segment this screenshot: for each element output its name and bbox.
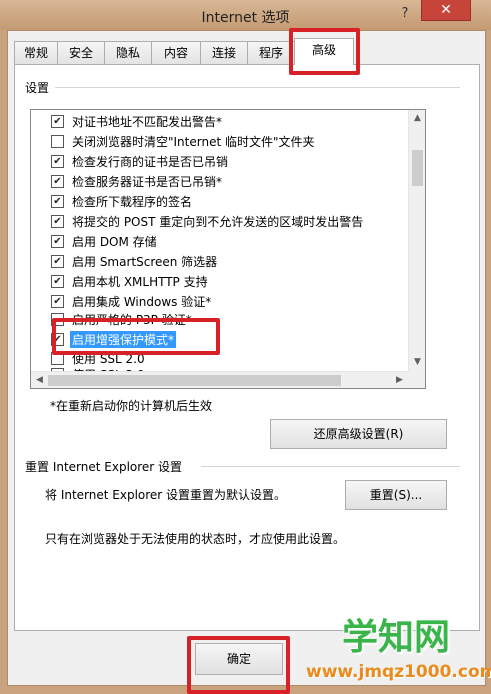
scrollbar-corner xyxy=(408,371,425,388)
reset-note: 只有在浏览器处于无法使用的状态时，才应使用此设置。 xyxy=(45,532,346,546)
tab-programs[interactable]: 程序 xyxy=(247,41,295,64)
reset-separator xyxy=(201,466,460,467)
list-item-label: 对证书地址不匹配发出警告* xyxy=(72,115,223,129)
list-item-label: 启用 SmartScreen 筛选器 xyxy=(72,255,218,269)
checkbox[interactable]: ✔ xyxy=(51,115,64,128)
list-item[interactable]: 启用严格的 P3P 验证* xyxy=(51,310,411,330)
list-item-label: 启用增强保护模式* xyxy=(70,331,177,348)
checkbox[interactable] xyxy=(51,313,64,326)
tab-content[interactable]: 内容 xyxy=(151,41,201,64)
list-item-label: 启用严格的 P3P 验证* xyxy=(72,313,192,327)
list-item-label: 检查发行商的证书是否已吊销 xyxy=(72,155,229,169)
watermark-text: 学知网 xyxy=(341,617,450,658)
watermark-logo: 学知网 www.jmqz1000.com xyxy=(306,617,491,690)
scroll-down-icon[interactable]: ▼ xyxy=(409,354,425,371)
checkbox[interactable]: ✔ xyxy=(51,275,64,288)
list-item[interactable]: ✔ 启用集成 Windows 验证* xyxy=(51,292,411,312)
checkbox[interactable]: ✔ xyxy=(51,215,64,228)
list-item-label: 启用 DOM 存储 xyxy=(72,235,157,249)
list-item-label: 将提交的 POST 重定向到不允许发送的区域时发出警告 xyxy=(72,215,364,229)
close-button[interactable]: ✕ xyxy=(421,0,471,21)
settings-group-label: 设置 xyxy=(25,81,50,95)
list-item[interactable]: ✔ 将提交的 POST 重定向到不允许发送的区域时发出警告 xyxy=(51,212,411,232)
tab-security[interactable]: 安全 xyxy=(57,41,105,64)
list-item-enhanced-protected-mode[interactable]: ✔ 启用增强保护模式* xyxy=(51,330,411,350)
tab-advanced[interactable]: 高级 xyxy=(294,38,354,65)
reset-group-label: 重置 Internet Explorer 设置 xyxy=(25,460,183,474)
horizontal-scrollbar[interactable]: ◀ ▶ xyxy=(31,371,408,388)
checkbox[interactable]: ✔ xyxy=(51,295,64,308)
checkbox[interactable]: ✔ xyxy=(51,235,64,248)
list-item[interactable]: ✔ 启用 DOM 存储 xyxy=(51,232,411,252)
tab-connections[interactable]: 连接 xyxy=(200,41,248,64)
list-item-label: 关闭浏览器时清空"Internet 临时文件"文件夹 xyxy=(72,135,315,149)
scroll-right-icon[interactable]: ▶ xyxy=(391,372,408,388)
reset-button[interactable]: 重置(S)... xyxy=(345,480,447,510)
list-item[interactable]: ✔ 启用 SmartScreen 筛选器 xyxy=(51,252,411,272)
reset-description: 将 Internet Explorer 设置重置为默认设置。 xyxy=(45,488,287,502)
help-icon[interactable]: ? xyxy=(395,4,415,24)
vertical-scrollbar[interactable]: ▲ ▼ xyxy=(408,110,425,371)
checkbox[interactable]: ✔ xyxy=(51,175,64,188)
tab-privacy[interactable]: 隐私 xyxy=(104,41,152,64)
scroll-thumb[interactable] xyxy=(412,150,423,186)
scroll-up-icon[interactable]: ▲ xyxy=(409,110,425,127)
list-item-label: 启用集成 Windows 验证* xyxy=(72,295,212,309)
list-item-label: 启用本机 XMLHTTP 支持 xyxy=(72,275,208,289)
settings-separator xyxy=(55,87,460,88)
dialog-body: 常规 安全 隐私 内容 连接 程序 高级 设置 ✔ 对证书地址不匹配发出警告* … xyxy=(7,30,486,686)
title-bar: Internet 选项 ? ✕ xyxy=(0,0,491,30)
checkbox[interactable] xyxy=(51,135,64,148)
checkbox[interactable]: ✔ xyxy=(51,333,64,346)
scroll-left-icon[interactable]: ◀ xyxy=(31,372,48,388)
list-item[interactable]: ✔ 检查服务器证书是否已吊销* xyxy=(51,172,411,192)
list-item[interactable]: 关闭浏览器时清空"Internet 临时文件"文件夹 xyxy=(51,132,411,152)
list-item[interactable]: ✔ 启用本机 XMLHTTP 支持 xyxy=(51,272,411,292)
restart-note: *在重新启动你的计算机后生效 xyxy=(50,399,213,413)
checkbox[interactable] xyxy=(51,352,64,365)
tab-general[interactable]: 常规 xyxy=(14,41,58,64)
ok-button[interactable]: 确定 xyxy=(195,643,283,675)
list-item[interactable]: ✔ 检查所下载程序的签名 xyxy=(51,192,411,212)
advanced-tab-page: 设置 ✔ 对证书地址不匹配发出警告* 关闭浏览器时清空"Internet 临时文… xyxy=(14,64,480,631)
window-title: Internet 选项 xyxy=(201,10,290,26)
checkbox[interactable]: ✔ xyxy=(51,155,64,168)
checkbox[interactable]: ✔ xyxy=(51,255,64,268)
list-item-label: 检查服务器证书是否已吊销* xyxy=(72,175,223,189)
scroll-thumb[interactable] xyxy=(48,375,341,386)
watermark-url: www.jmqz1000.com xyxy=(306,662,491,682)
settings-list[interactable]: ✔ 对证书地址不匹配发出警告* 关闭浏览器时清空"Internet 临时文件"文… xyxy=(30,109,426,389)
list-item[interactable]: ✔ 检查发行商的证书是否已吊销 xyxy=(51,152,411,172)
list-item[interactable]: ✔ 对证书地址不匹配发出警告* xyxy=(51,112,411,132)
checkbox[interactable]: ✔ xyxy=(51,195,64,208)
list-item-label: 检查所下载程序的签名 xyxy=(72,195,193,209)
restore-advanced-settings-button[interactable]: 还原高级设置(R) xyxy=(270,419,447,449)
